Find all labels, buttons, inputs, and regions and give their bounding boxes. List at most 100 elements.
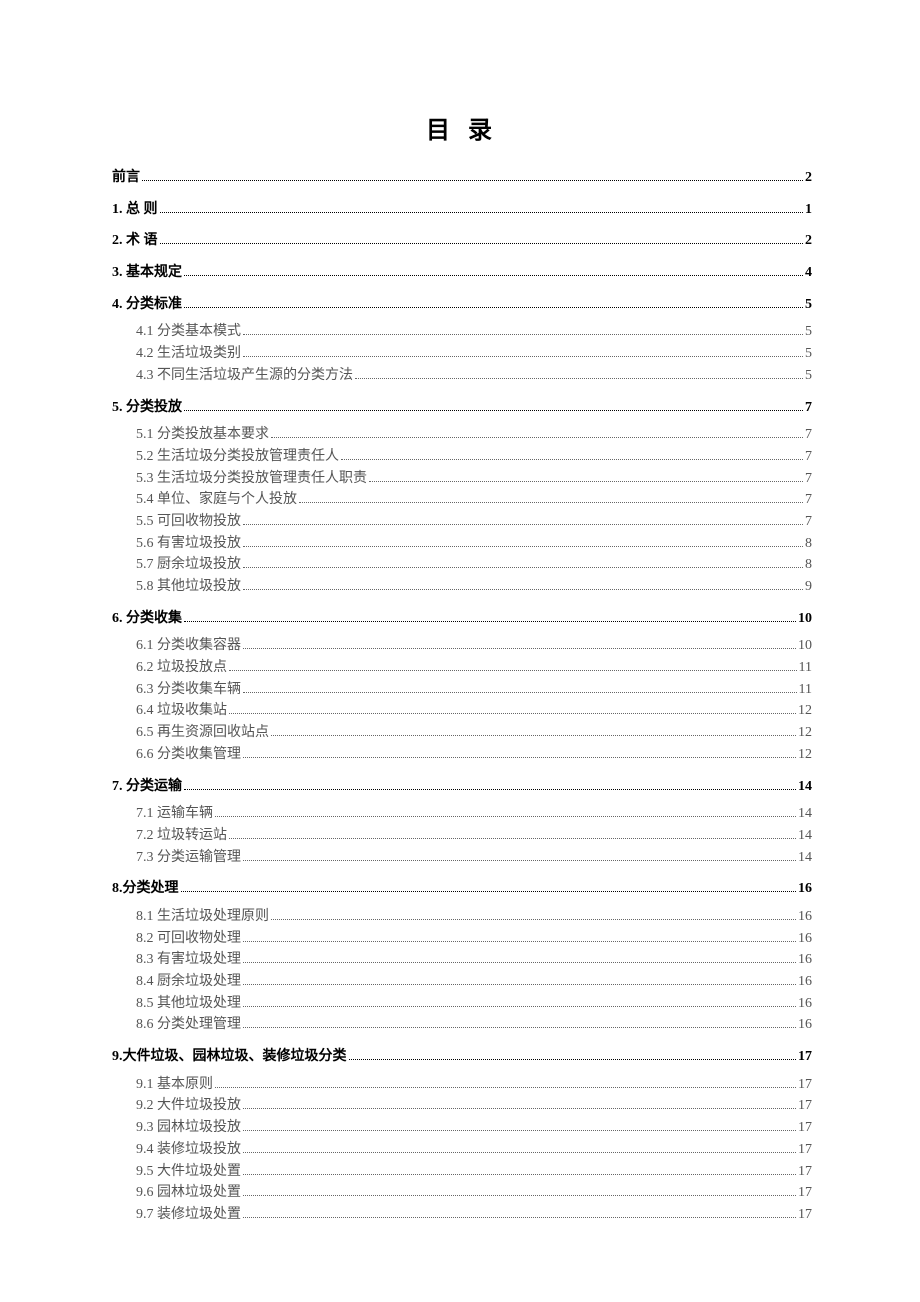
- toc-leader: [243, 1130, 796, 1131]
- toc-sub-label: 8.4 厨余垃圾处理: [136, 971, 241, 993]
- toc-leader: [243, 1027, 796, 1028]
- toc-leader: [184, 275, 803, 276]
- toc-line: 8.3 有害垃圾处理16: [112, 949, 812, 971]
- toc-line: 7.2 垃圾转运站14: [112, 825, 812, 847]
- toc-top-entries: 前言21. 总 则12. 术 语23. 基本规定4: [112, 167, 812, 284]
- toc-sub-page: 16: [798, 1014, 812, 1036]
- toc-line: 5.7 厨余垃圾投放8: [112, 554, 812, 576]
- toc-sub-page: 11: [799, 657, 812, 679]
- toc-section-page: 16: [798, 878, 812, 900]
- toc-line: 9.4 装修垃圾投放17: [112, 1139, 812, 1161]
- toc-container: 前言21. 总 则12. 术 语23. 基本规定44. 分类标准54.1 分类基…: [112, 167, 812, 1226]
- toc-line: 8.4 厨余垃圾处理16: [112, 971, 812, 993]
- toc-line: 4.1 分类基本模式 5: [112, 321, 812, 343]
- toc-leader: [271, 437, 803, 438]
- toc-sub-page: 7: [805, 511, 812, 533]
- toc-sub-page: 17: [798, 1182, 812, 1204]
- toc-sub-label: 9.5 大件垃圾处置: [136, 1161, 241, 1183]
- toc-section-page: 10: [798, 608, 812, 630]
- toc-leader: [160, 243, 804, 244]
- toc-line: 前言 2: [112, 167, 812, 189]
- toc-leader: [229, 713, 796, 714]
- toc-line: 9.大件垃圾、园林垃圾、装修垃圾分类17: [112, 1046, 812, 1068]
- toc-line: 5.4 单位、家庭与个人投放7: [112, 489, 812, 511]
- toc-sub-page: 12: [798, 700, 812, 722]
- toc-line: 4. 分类标准 5: [112, 294, 812, 316]
- toc-leader: [243, 941, 796, 942]
- toc-sub-label: 5.5 可回收物投放: [136, 511, 241, 533]
- toc-entry-label: 3. 基本规定: [112, 262, 182, 284]
- toc-leader: [181, 891, 797, 892]
- toc-section-label: 4. 分类标准: [112, 294, 182, 316]
- toc-leader: [215, 1087, 796, 1088]
- toc-sub-page: 5: [805, 321, 812, 343]
- toc-section-label: 6. 分类收集: [112, 608, 182, 630]
- toc-section: 9.大件垃圾、园林垃圾、装修垃圾分类179.1 基本原则179.2 大件垃圾投放…: [112, 1046, 812, 1226]
- toc-entry-page: 2: [805, 230, 812, 252]
- toc-section-label: 5. 分类投放: [112, 397, 182, 419]
- toc-entry-page: 2: [805, 167, 812, 189]
- toc-sub-label: 5.1 分类投放基本要求: [136, 424, 269, 446]
- toc-section-page: 5: [805, 294, 812, 316]
- toc-line: 6. 分类收集 10: [112, 608, 812, 630]
- toc-section: 4. 分类标准54.1 分类基本模式54.2 生活垃圾类别54.3 不同生活垃圾…: [112, 294, 812, 387]
- toc-sub-label: 9.6 园林垃圾处置: [136, 1182, 241, 1204]
- toc-leader: [243, 860, 796, 861]
- toc-sub-label: 5.8 其他垃圾投放: [136, 576, 241, 598]
- toc-leader: [271, 735, 796, 736]
- toc-sub-page: 17: [798, 1139, 812, 1161]
- toc-sub-label: 6.1 分类收集容器: [136, 635, 241, 657]
- toc-sub-label: 4.1 分类基本模式: [136, 321, 241, 343]
- toc-leader: [142, 180, 803, 181]
- toc-sub-label: 5.6 有害垃圾投放: [136, 533, 241, 555]
- toc-line: 8.1 生活垃圾处理原则16: [112, 906, 812, 928]
- toc-leader: [184, 410, 803, 411]
- toc-line: 6.5 再生资源回收站点12: [112, 722, 812, 744]
- toc-sub-page: 7: [805, 468, 812, 490]
- toc-section-label: 8.分类处理: [112, 878, 179, 900]
- toc-sub-page: 7: [805, 424, 812, 446]
- toc-sub-label: 6.5 再生资源回收站点: [136, 722, 269, 744]
- toc-line: 6.2 垃圾投放点11: [112, 657, 812, 679]
- toc-sub-label: 9.3 园林垃圾投放: [136, 1117, 241, 1139]
- toc-entry-page: 1: [805, 199, 812, 221]
- toc-sub-label: 9.1 基本原则: [136, 1074, 213, 1096]
- toc-line: 5.1 分类投放基本要求 7: [112, 424, 812, 446]
- toc-sub-page: 16: [798, 949, 812, 971]
- toc-subs: 5.1 分类投放基本要求75.2 生活垃圾分类投放管理责任人75.3 生活垃圾分…: [112, 424, 812, 598]
- toc-sub-label: 5.2 生活垃圾分类投放管理责任人: [136, 446, 339, 468]
- toc-line: 7. 分类运输14: [112, 776, 812, 798]
- toc-section: 6. 分类收集106.1 分类收集容器106.2 垃圾投放点116.3 分类收集…: [112, 608, 812, 766]
- toc-line: 9.3 园林垃圾投放17: [112, 1117, 812, 1139]
- toc-sub-page: 16: [798, 993, 812, 1015]
- toc-leader: [243, 1108, 796, 1109]
- toc-leader: [229, 670, 797, 671]
- toc-leader: [243, 1152, 796, 1153]
- toc-subs: 7.1 运输车辆147.2 垃圾转运站147.3 分类运输管理14: [112, 803, 812, 868]
- toc-section: 5. 分类投放75.1 分类投放基本要求75.2 生活垃圾分类投放管理责任人75…: [112, 397, 812, 598]
- toc-entry-label: 前言: [112, 167, 140, 189]
- toc-sub-page: 17: [798, 1095, 812, 1117]
- toc-leader: [243, 1006, 796, 1007]
- toc-section-page: 17: [798, 1046, 812, 1068]
- toc-section-page: 7: [805, 397, 812, 419]
- toc-sub-page: 14: [798, 825, 812, 847]
- toc-sub-page: 5: [805, 365, 812, 387]
- toc-leader: [243, 692, 797, 693]
- toc-sub-label: 5.7 厨余垃圾投放: [136, 554, 241, 576]
- toc-section: 8.分类处理168.1 生活垃圾处理原则168.2 可回收物处理168.3 有害…: [112, 878, 812, 1036]
- toc-section: 7. 分类运输14 7.1 运输车辆147.2 垃圾转运站147.3 分类运输管理…: [112, 776, 812, 869]
- toc-sub-page: 16: [798, 906, 812, 928]
- toc-leader: [299, 502, 803, 503]
- toc-line: 5.2 生活垃圾分类投放管理责任人 7: [112, 446, 812, 468]
- toc-leader: [243, 356, 803, 357]
- toc-sub-page: 7: [805, 446, 812, 468]
- toc-line: 5.6 有害垃圾投放 8: [112, 533, 812, 555]
- toc-leader: [243, 648, 796, 649]
- toc-leader: [243, 589, 803, 590]
- toc-sub-page: 8: [805, 533, 812, 555]
- toc-line: 7.3 分类运输管理14: [112, 847, 812, 869]
- toc-leader: [355, 378, 803, 379]
- toc-sub-label: 8.2 可回收物处理: [136, 928, 241, 950]
- toc-line: 8.6 分类处理管理16: [112, 1014, 812, 1036]
